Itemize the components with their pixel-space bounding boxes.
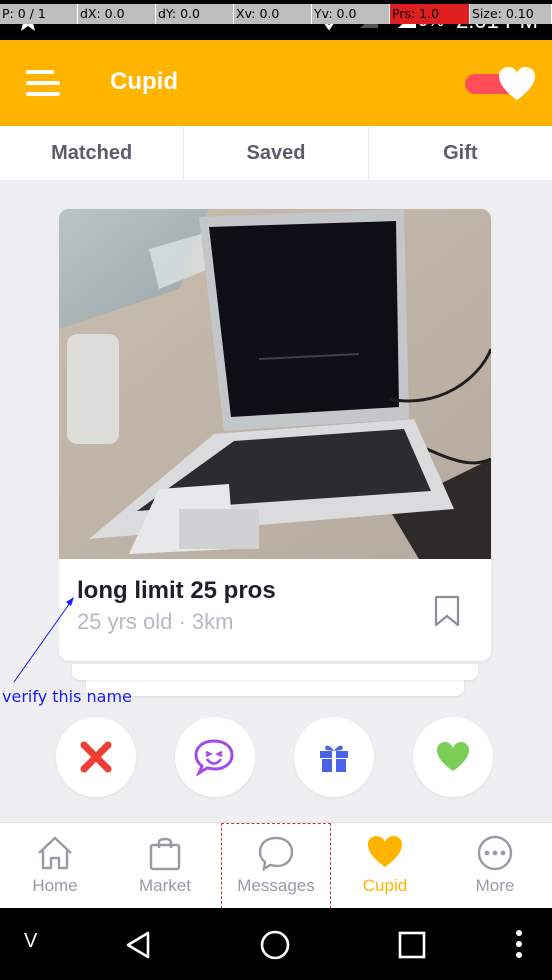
tab-matched[interactable]: Matched: [0, 126, 185, 180]
shopping-bag-icon: [149, 837, 181, 871]
heart-icon: [437, 742, 469, 771]
app-header: Cupid: [0, 40, 552, 126]
recents-icon[interactable]: [398, 931, 426, 959]
page-title: Cupid: [110, 68, 178, 95]
chat-button[interactable]: [175, 717, 255, 797]
profile-details: 25 yrs old · 3km: [77, 609, 234, 634]
status-bar: 70% 2:01 PM P: 0 / 1 dX: 0.0 dY: 0.0 Xv:…: [0, 0, 552, 40]
overflow-menu-icon[interactable]: [514, 929, 524, 959]
home-circle-icon[interactable]: [259, 929, 291, 961]
debug-dx: dX: 0.0: [78, 4, 156, 24]
keyboard-toggle[interactable]: V: [24, 930, 37, 953]
back-icon[interactable]: [124, 930, 154, 960]
nav-label: More: [475, 876, 515, 895]
profile-photo: [59, 209, 491, 559]
debug-pressure: Prs: 1.0: [390, 4, 470, 24]
message-bubble-icon: [258, 836, 294, 871]
gift-icon: [320, 745, 348, 772]
annotation-text: verify this name: [2, 687, 132, 706]
nav-label: Messages: [237, 876, 315, 895]
debug-size: Size: 0.10: [470, 4, 552, 24]
dislike-button[interactable]: [56, 717, 136, 797]
tab-bar: Matched Saved Gift: [0, 126, 552, 180]
profile-card[interactable]: long limit 25 pros 25 yrs old · 3km: [59, 209, 491, 661]
more-dots-icon: [477, 835, 513, 871]
close-icon: [80, 741, 112, 773]
debug-xv: Xv: 0.0: [234, 4, 312, 24]
debug-yv: Yv: 0.0: [312, 4, 390, 24]
debug-pointer: P: 0 / 1: [0, 4, 78, 24]
cupid-toggle[interactable]: [465, 67, 537, 100]
chat-wink-icon: [194, 739, 234, 776]
profile-name: long limit 25 pros: [77, 577, 276, 604]
bookmark-icon[interactable]: [433, 595, 461, 627]
card-stack-layer: [86, 680, 464, 696]
home-icon: [38, 836, 72, 870]
like-button[interactable]: [413, 717, 493, 797]
card-stack-layer: [72, 664, 478, 680]
heart-icon: [499, 67, 535, 100]
bottom-nav: Home Market Messages Cupid More: [0, 822, 552, 909]
annotation-arrow: [13, 597, 74, 683]
nav-home[interactable]: Home: [0, 823, 110, 909]
nav-cupid[interactable]: Cupid: [330, 823, 440, 909]
heart-icon: [368, 836, 402, 867]
system-nav-bar: V: [0, 908, 552, 980]
tab-saved[interactable]: Saved: [184, 126, 369, 180]
gift-button[interactable]: [294, 717, 374, 797]
tab-gift[interactable]: Gift: [369, 126, 552, 180]
nav-messages[interactable]: Messages: [221, 823, 331, 909]
nav-label: Home: [32, 876, 78, 895]
menu-icon[interactable]: [26, 70, 60, 96]
nav-label: Cupid: [362, 876, 408, 895]
nav-label: Market: [139, 876, 191, 895]
pointer-debug-overlay: P: 0 / 1 dX: 0.0 dY: 0.0 Xv: 0.0 Yv: 0.0…: [0, 4, 552, 24]
nav-more[interactable]: More: [440, 823, 550, 909]
nav-market[interactable]: Market: [110, 823, 220, 909]
debug-dy: dY: 0.0: [156, 4, 234, 24]
